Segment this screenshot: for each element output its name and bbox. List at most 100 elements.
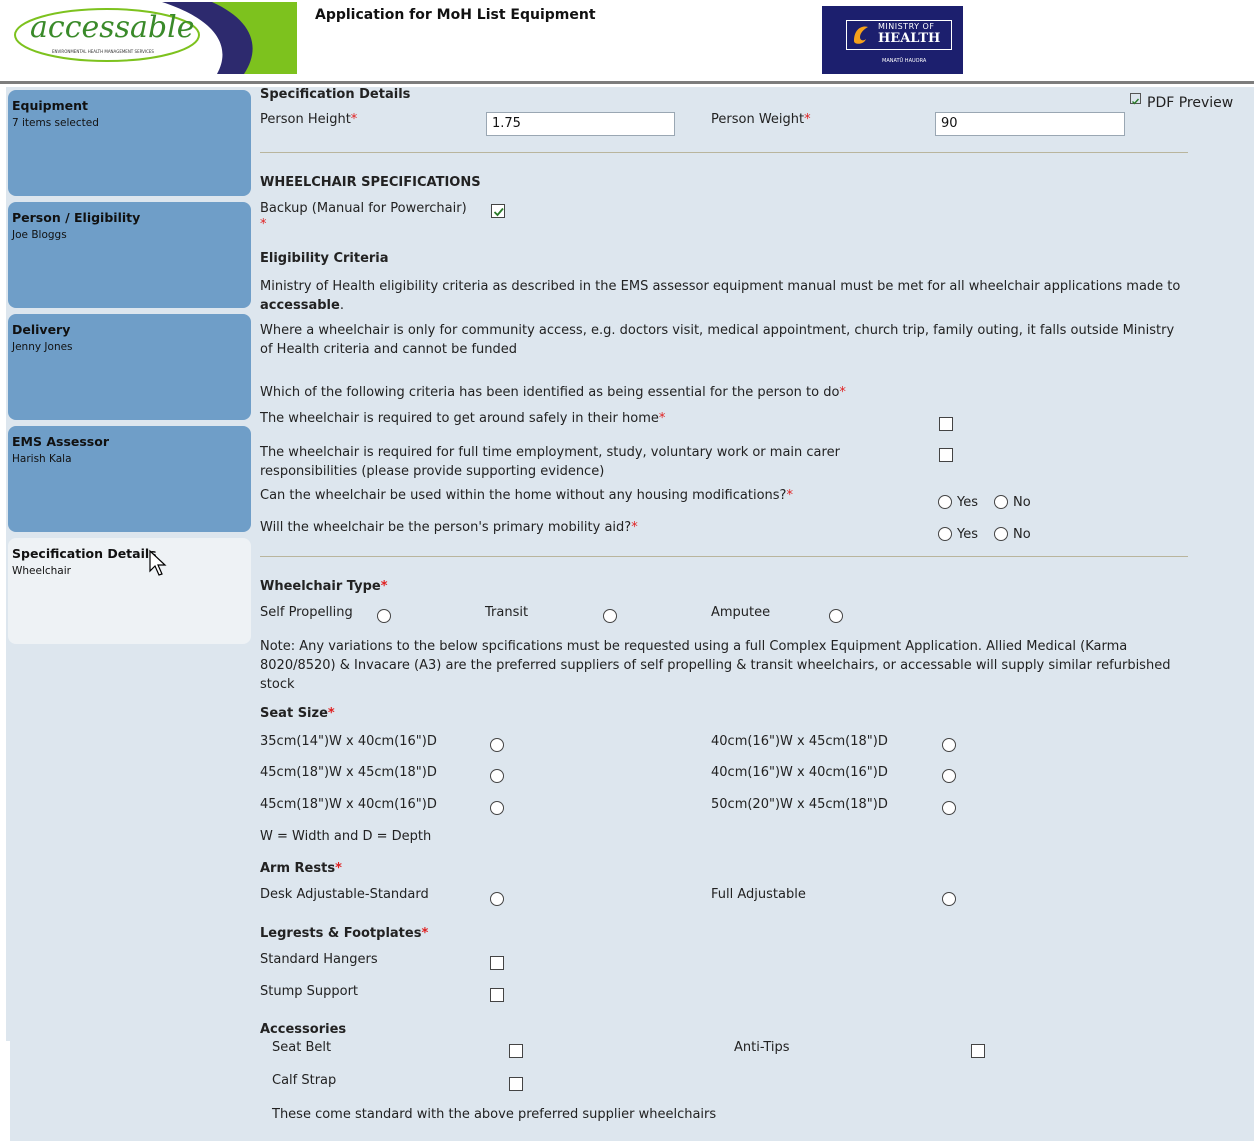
type-amputee-label: Amputee [711, 605, 771, 620]
arm-rests-text: Arm Rests [260, 861, 336, 876]
acc-antitips-checkbox[interactable] [971, 1044, 985, 1058]
sidebar: Equipment 7 items selected Person / Elig… [6, 87, 252, 1041]
wheelchair-type-text: Wheelchair Type [260, 579, 381, 594]
type-amputee-radio[interactable] [829, 609, 843, 623]
sidebar-item-sub: Joe Bloggs [12, 229, 67, 241]
arm-rests-heading: Arm Rests* [260, 861, 342, 876]
seat-option-label: 40cm(16")W x 40cm(16")D [711, 765, 888, 780]
backup-checkbox[interactable] [491, 204, 505, 218]
primary-aid-no-radio[interactable] [994, 527, 1008, 541]
required-marker: * [839, 385, 846, 400]
eligibility-text-1b: accessable [260, 298, 340, 313]
required-marker: * [631, 520, 638, 535]
acc-seatbelt-label: Seat Belt [272, 1040, 332, 1055]
moh-koru-icon [854, 26, 868, 44]
seat-option-radio[interactable] [490, 769, 504, 783]
eligibility-text-1c: . [339, 298, 344, 313]
criteria-home-label: The wheelchair is required to get around… [260, 411, 665, 426]
leg-stump-checkbox[interactable] [490, 988, 504, 1002]
sidebar-item-sub: Jenny Jones [12, 341, 73, 353]
moh-line2: HEALTH [878, 31, 941, 46]
leg-standard-checkbox[interactable] [490, 956, 504, 970]
seat-size-heading: Seat Size* [260, 706, 335, 721]
seat-option-label: 45cm(18")W x 40cm(16")D [260, 797, 437, 812]
criteria-home-checkbox[interactable] [939, 417, 953, 431]
criteria-employment-label: The wheelchair is required for full time… [260, 445, 840, 479]
main-form: Specification Details PDF Preview Person… [252, 87, 1254, 1141]
seat-size-text: Seat Size [260, 706, 328, 721]
required-marker: * [335, 861, 342, 876]
type-transit-label: Transit [485, 605, 529, 620]
moh-line3: MANATŪ HAUORA [882, 58, 927, 64]
type-self-propelling-radio[interactable] [377, 609, 391, 623]
header-divider [0, 81, 1254, 84]
pdf-preview-checkbox-icon[interactable] [1130, 93, 1141, 105]
arm-desk-radio[interactable] [490, 892, 504, 906]
divider [260, 152, 1188, 153]
seat-option-radio[interactable] [942, 769, 956, 783]
housing-mods-yes-radio[interactable] [938, 495, 952, 509]
housing-mods-no-radio[interactable] [994, 495, 1008, 509]
seat-option-label: 40cm(16")W x 45cm(18")D [711, 734, 888, 749]
primary-aid-yes-radio[interactable] [938, 527, 952, 541]
eligibility-text-2: Where a wheelchair is only for community… [260, 323, 1175, 357]
accessories-note: These come standard with the above prefe… [272, 1107, 717, 1122]
criteria-home-text: The wheelchair is required to get around… [260, 411, 659, 426]
sidebar-item-sub: Harish Kala [12, 453, 72, 465]
leg-standard-label: Standard Hangers [260, 952, 378, 967]
person-height-input[interactable]: 1.75 [486, 112, 675, 136]
acc-calf-label: Calf Strap [272, 1073, 337, 1088]
required-marker: * [421, 926, 429, 941]
wheelchair-specs-heading: WHEELCHAIR SPECIFICATIONS [260, 175, 481, 190]
required-marker: * [327, 706, 335, 721]
sidebar-item-title: Person / Eligibility [12, 210, 141, 225]
primary-aid-no-label: No [1013, 527, 1031, 542]
sidebar-item-sub: 7 items selected [12, 117, 99, 129]
backup-label: Backup (Manual for Powerchair) [260, 201, 467, 216]
required-marker: * [786, 488, 793, 503]
sidebar-item-title: Specification Details [12, 546, 157, 561]
sidebar-item-title: Equipment [12, 98, 88, 113]
primary-aid-question: Will the wheelchair be the person's prim… [260, 520, 638, 535]
logo-tagline: ENVIRONMENTAL HEALTH MANAGEMENT SERVICES [52, 49, 154, 54]
acc-antitips-label: Anti-Tips [734, 1040, 790, 1055]
sidebar-item-ems-assessor[interactable]: EMS Assessor Harish Kala [8, 426, 251, 532]
acc-seatbelt-checkbox[interactable] [509, 1044, 523, 1058]
sidebar-item-sub: Wheelchair [12, 565, 71, 577]
criteria-employment-checkbox[interactable] [939, 448, 953, 462]
supplier-note: Note: Any variations to the below spcifi… [260, 639, 1171, 692]
eligibility-text-1: Ministry of Health eligibility criteria … [260, 277, 1185, 315]
acc-calf-checkbox[interactable] [509, 1077, 523, 1091]
housing-mods-no-label: No [1013, 495, 1031, 510]
person-weight-input[interactable]: 90 [935, 112, 1125, 136]
seat-option-radio[interactable] [942, 801, 956, 815]
logo-wordmark: accessable [30, 10, 195, 45]
sidebar-item-person-eligibility[interactable]: Person / Eligibility Joe Bloggs [8, 202, 251, 308]
sidebar-item-equipment[interactable]: Equipment 7 items selected [8, 90, 251, 196]
seat-option-radio[interactable] [490, 801, 504, 815]
accessable-logo: accessable ENVIRONMENTAL HEALTH MANAGEME… [12, 2, 297, 74]
housing-mods-yes-label: Yes [957, 495, 978, 510]
app-header: accessable ENVIRONMENTAL HEALTH MANAGEME… [0, 0, 1254, 84]
seat-option-label: 50cm(20")W x 45cm(18")D [711, 797, 888, 812]
seat-option-label: 45cm(18")W x 45cm(18")D [260, 765, 437, 780]
seat-option-label: 35cm(14")W x 40cm(16")D [260, 734, 437, 749]
housing-mods-question: Can the wheelchair be used within the ho… [260, 488, 793, 503]
arm-full-radio[interactable] [942, 892, 956, 906]
sidebar-item-specification-details[interactable]: Specification Details Wheelchair [8, 538, 251, 644]
seat-option-radio[interactable] [942, 738, 956, 752]
required-marker: * [380, 579, 388, 594]
legrests-heading: Legrests & Footplates* [260, 926, 428, 941]
type-transit-radio[interactable] [603, 609, 617, 623]
person-height-label: Person Height* [260, 112, 357, 127]
seat-option-radio[interactable] [490, 738, 504, 752]
wheelchair-type-heading: Wheelchair Type* [260, 579, 388, 594]
pdf-preview-toggle[interactable]: PDF Preview [1130, 93, 1233, 111]
which-criteria-label: Which of the following criteria has been… [260, 385, 846, 400]
required-marker: * [260, 217, 267, 232]
required-marker: * [804, 112, 811, 127]
ministry-of-health-logo: MINISTRY OF HEALTH MANATŪ HAUORA [822, 6, 963, 74]
width-depth-note: W = Width and D = Depth [260, 829, 432, 844]
sidebar-item-delivery[interactable]: Delivery Jenny Jones [8, 314, 251, 420]
sidebar-bottom-strip [10, 1041, 253, 1141]
